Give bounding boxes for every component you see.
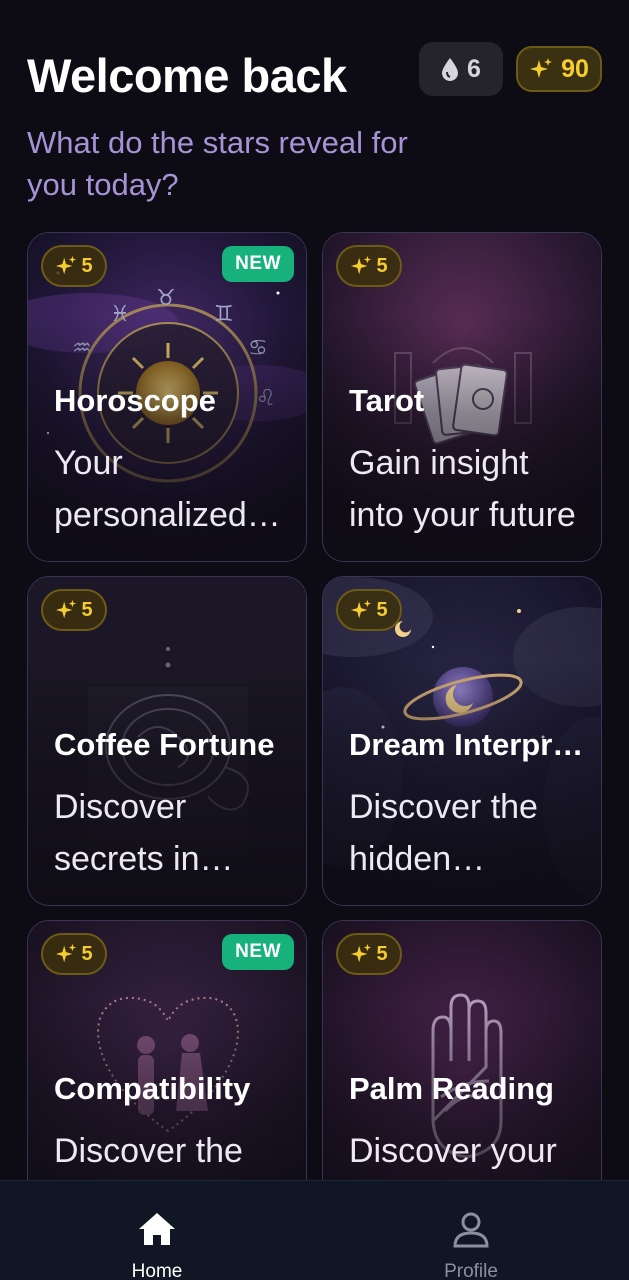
header: Welcome back What do the stars reveal fo… bbox=[0, 0, 629, 225]
card-title: Dream Interpretation bbox=[349, 727, 589, 762]
stars-count: 90 bbox=[561, 54, 589, 83]
page-subtitle: What do the stars reveal for you today? bbox=[27, 125, 408, 202]
home-screen: Welcome back What do the stars reveal fo… bbox=[0, 0, 629, 1280]
card-title: Compatibility bbox=[54, 1071, 251, 1106]
card-title: Tarot bbox=[349, 383, 425, 418]
card-horoscope[interactable]: ♉♓♊ ♒♋♌ 5 NEW Horoscope Your personalize… bbox=[27, 232, 307, 562]
nav-home-label: Home bbox=[131, 1261, 183, 1280]
card-title: Horoscope bbox=[54, 383, 216, 418]
card-description: Your personalized horoscope bbox=[54, 444, 247, 534]
nav-home[interactable]: Home bbox=[77, 1181, 237, 1280]
card-description: Gain insight into your future bbox=[349, 444, 576, 534]
sparkle-icon bbox=[351, 599, 372, 619]
card-title: Palm Reading bbox=[349, 1071, 554, 1106]
sparkle-icon bbox=[56, 943, 77, 963]
card-coffee-fortune[interactable]: 5 Coffee Fortune Discover secrets in Tur… bbox=[27, 576, 307, 906]
new-badge: NEW bbox=[222, 934, 294, 970]
cost-badge: 5 bbox=[336, 245, 402, 287]
cost-badge: 5 bbox=[336, 589, 402, 631]
sparkle-icon bbox=[351, 255, 372, 275]
home-icon bbox=[139, 1213, 175, 1245]
new-badge: NEW bbox=[222, 246, 294, 282]
drops-count: 6 bbox=[467, 54, 481, 83]
card-description: Discover the hidden meaning bbox=[349, 788, 538, 878]
nav-profile-label: Profile bbox=[444, 1261, 498, 1280]
card-title: Coffee Fortune bbox=[54, 727, 275, 762]
cost-badge: 5 bbox=[336, 933, 402, 975]
card-description: Discover secrets in Turkish coffee bbox=[54, 788, 200, 878]
bottom-nav: Home Profile bbox=[0, 1180, 629, 1280]
drops-counter[interactable]: 6 bbox=[419, 42, 503, 96]
card-tarot[interactable]: 5 Tarot Gain insight into your future bbox=[322, 232, 602, 562]
sparkle-icon bbox=[56, 599, 77, 619]
sparkle-icon bbox=[56, 255, 77, 275]
drop-icon bbox=[442, 58, 459, 81]
cost-badge: 5 bbox=[41, 245, 107, 287]
profile-icon bbox=[453, 1212, 489, 1248]
sparkle-icon bbox=[351, 943, 372, 963]
stars-counter[interactable]: 90 bbox=[516, 46, 602, 92]
nav-profile[interactable]: Profile bbox=[391, 1181, 551, 1280]
page-title: Welcome back bbox=[27, 49, 347, 102]
cost-badge: 5 bbox=[41, 933, 107, 975]
card-dream-interpretation[interactable]: 5 Dream Interpretation Discover the hidd… bbox=[322, 576, 602, 906]
sparkle-icon bbox=[530, 58, 553, 78]
cost-badge: 5 bbox=[41, 589, 107, 631]
